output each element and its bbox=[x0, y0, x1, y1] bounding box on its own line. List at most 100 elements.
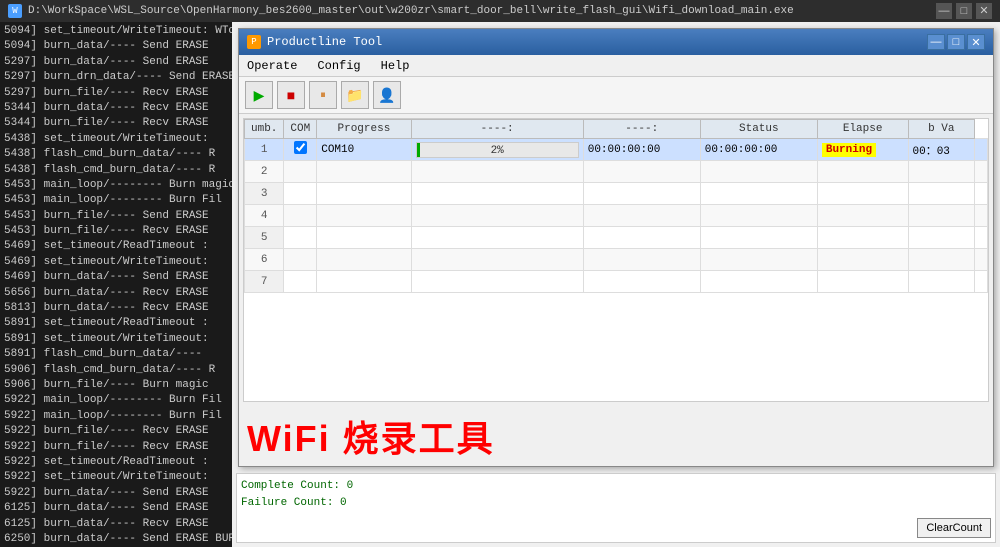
cell-com bbox=[317, 161, 411, 183]
cell-bva bbox=[975, 139, 988, 161]
toolbar: ▶ ■ ⏸ 📁 👤 bbox=[239, 77, 993, 114]
row-checkbox[interactable] bbox=[294, 141, 307, 154]
cell-status bbox=[817, 161, 908, 183]
cell-elapse: 00：03 bbox=[908, 139, 975, 161]
col-header-progress: Progress bbox=[317, 120, 411, 139]
cell-row-num: 2 bbox=[245, 161, 284, 183]
status-badge: Burning bbox=[822, 143, 876, 157]
cell-row-num: 6 bbox=[245, 249, 284, 271]
cell-time2 bbox=[700, 271, 817, 293]
cell-row-num: 4 bbox=[245, 205, 284, 227]
close-button[interactable]: ✕ bbox=[976, 3, 992, 19]
cell-elapse bbox=[908, 161, 975, 183]
col-header-num: umb. bbox=[245, 120, 284, 139]
cell-com: COM10 bbox=[317, 139, 411, 161]
terminal-line: 5469] set_timeout/ReadTimeout : bbox=[0, 239, 232, 254]
tool-title-controls: — □ ✕ bbox=[927, 34, 985, 50]
cell-elapse bbox=[908, 271, 975, 293]
menu-config[interactable]: Config bbox=[313, 58, 364, 74]
app-icon: W bbox=[8, 4, 22, 18]
folder-button[interactable]: 📁 bbox=[341, 81, 369, 109]
terminal-line: 5453] burn_file/---- Recv ERASE bbox=[0, 224, 232, 239]
failure-count: Failure Count: 0 bbox=[241, 495, 353, 512]
cell-status bbox=[817, 249, 908, 271]
cell-time1 bbox=[583, 271, 700, 293]
title-bar-left: W D:\WorkSpace\WSL_Source\OpenHarmony_be… bbox=[8, 4, 794, 18]
cell-time1 bbox=[583, 227, 700, 249]
terminal-line: 5453] burn_file/---- Send ERASE bbox=[0, 209, 232, 224]
data-table-container: umb. COM Progress ----: ----: Status Ela… bbox=[243, 118, 989, 402]
cell-checkbox[interactable] bbox=[284, 271, 317, 293]
table-row[interactable]: 3 bbox=[245, 183, 988, 205]
terminal-panel: 5094] set_timeout/WriteTimeout: WTotal=2… bbox=[0, 22, 232, 547]
cell-status bbox=[817, 205, 908, 227]
cell-time2 bbox=[700, 227, 817, 249]
pause-button[interactable]: ⏸ bbox=[309, 81, 337, 109]
cell-com bbox=[317, 271, 411, 293]
cell-elapse bbox=[908, 249, 975, 271]
cell-row-num: 1 bbox=[245, 139, 284, 161]
tool-close-button[interactable]: ✕ bbox=[967, 34, 985, 50]
cell-com bbox=[317, 183, 411, 205]
col-header-time1: ----: bbox=[411, 120, 583, 139]
clear-count-button[interactable]: ClearCount bbox=[917, 518, 991, 538]
cell-progress: 2% bbox=[411, 139, 583, 161]
table-row[interactable]: 4 bbox=[245, 205, 988, 227]
window-title: D:\WorkSpace\WSL_Source\OpenHarmony_bes2… bbox=[28, 5, 794, 17]
start-button[interactable]: ▶ bbox=[245, 81, 273, 109]
cell-checkbox[interactable] bbox=[284, 205, 317, 227]
cell-time1: 00:00:00:00 bbox=[583, 139, 700, 161]
cell-checkbox[interactable] bbox=[284, 161, 317, 183]
cell-bva bbox=[975, 249, 988, 271]
cell-time1 bbox=[583, 161, 700, 183]
terminal-line: 5438] set_timeout/WriteTimeout: bbox=[0, 132, 232, 147]
cell-checkbox[interactable] bbox=[284, 227, 317, 249]
cell-time2: 00:00:00:00 bbox=[700, 139, 817, 161]
table-row[interactable]: 5 bbox=[245, 227, 988, 249]
terminal-line: 5344] burn_data/---- Recv ERASE bbox=[0, 101, 232, 116]
terminal-line: 5922] main_loop/-------- Burn Fil bbox=[0, 393, 232, 408]
terminal-line: 5891] set_timeout/ReadTimeout : bbox=[0, 316, 232, 331]
cell-row-num: 3 bbox=[245, 183, 284, 205]
terminal-line: 6250] burn_data/---- Send ERASE BURN DAT… bbox=[0, 532, 232, 547]
terminal-line: 5906] flash_cmd_burn_data/---- R bbox=[0, 363, 232, 378]
cell-checkbox[interactable] bbox=[284, 183, 317, 205]
wifi-label: WiFi 烧录工具 bbox=[247, 410, 495, 462]
cell-com bbox=[317, 227, 411, 249]
main-title-bar: W D:\WorkSpace\WSL_Source\OpenHarmony_be… bbox=[0, 0, 1000, 22]
cell-status bbox=[817, 271, 908, 293]
cell-elapse bbox=[908, 205, 975, 227]
table-row[interactable]: 7 bbox=[245, 271, 988, 293]
minimize-button[interactable]: — bbox=[936, 3, 952, 19]
table-row[interactable]: 1COM102%00:00:00:0000:00:00:00Burning00：… bbox=[245, 139, 988, 161]
tool-title-left: P Productline Tool bbox=[247, 35, 382, 49]
cell-checkbox[interactable] bbox=[284, 139, 317, 161]
menu-bar: Operate Config Help bbox=[239, 55, 993, 77]
col-header-time2: ----: bbox=[583, 120, 700, 139]
cell-checkbox[interactable] bbox=[284, 249, 317, 271]
table-row[interactable]: 2 bbox=[245, 161, 988, 183]
cell-status bbox=[817, 183, 908, 205]
cell-status bbox=[817, 227, 908, 249]
menu-operate[interactable]: Operate bbox=[243, 58, 301, 74]
cell-time2 bbox=[700, 183, 817, 205]
cell-progress bbox=[411, 227, 583, 249]
stop-button[interactable]: ■ bbox=[277, 81, 305, 109]
table-row[interactable]: 6 bbox=[245, 249, 988, 271]
menu-help[interactable]: Help bbox=[377, 58, 414, 74]
terminal-line: 5922] set_timeout/WriteTimeout: bbox=[0, 470, 232, 485]
terminal-line: 5297] burn_drn_data/---- Send ERASE bbox=[0, 70, 232, 85]
terminal-line: 5344] burn_file/---- Recv ERASE bbox=[0, 116, 232, 131]
tool-window-title: Productline Tool bbox=[267, 35, 382, 49]
tool-maximize-button[interactable]: □ bbox=[947, 34, 965, 50]
cell-row-num: 7 bbox=[245, 271, 284, 293]
terminal-line: 5094] set_timeout/WriteTimeout: WTotal=2… bbox=[0, 24, 232, 39]
terminal-line: 5469] burn_data/---- Send ERASE bbox=[0, 270, 232, 285]
cell-time2 bbox=[700, 161, 817, 183]
user-button[interactable]: 👤 bbox=[373, 81, 401, 109]
console-area: Complete Count: 0 Failure Count: 0 Clear… bbox=[236, 473, 996, 543]
cell-bva bbox=[975, 205, 988, 227]
main-content: 5094] set_timeout/WriteTimeout: WTotal=2… bbox=[0, 22, 1000, 547]
maximize-button[interactable]: □ bbox=[956, 3, 972, 19]
tool-minimize-button[interactable]: — bbox=[927, 34, 945, 50]
